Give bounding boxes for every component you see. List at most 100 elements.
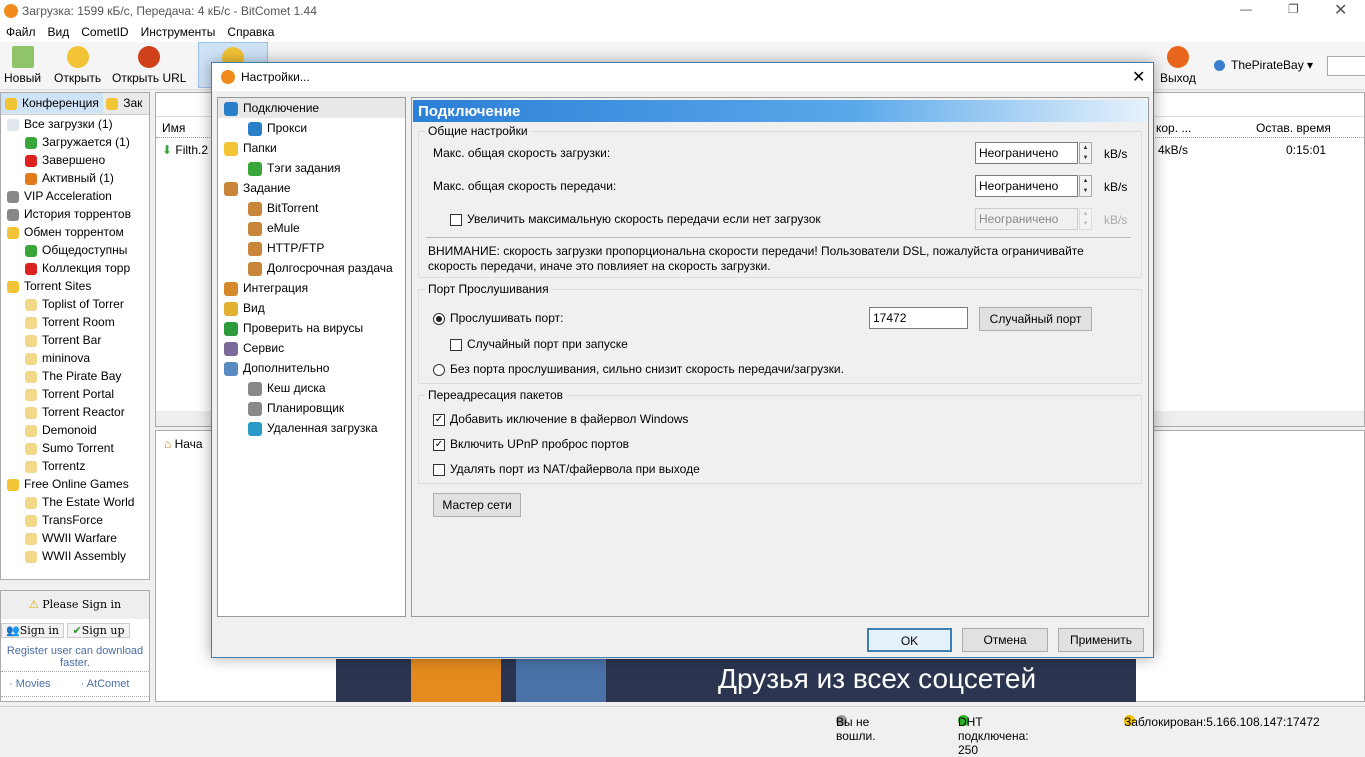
settings-tree-item[interactable]: HTTP/FTP (218, 238, 405, 258)
new-button[interactable]: Новый (4, 46, 41, 85)
menu-file[interactable]: Файл (6, 25, 36, 39)
sidebar-item[interactable]: Torrent Bar (1, 331, 149, 349)
settings-tree-item[interactable]: Прокси (218, 118, 405, 138)
sidebar-item[interactable]: Sumo Torrent (1, 439, 149, 457)
please-sign-in: ⚠ Please Sign in (1, 591, 149, 619)
open-button[interactable]: Открыть (54, 46, 101, 85)
boost-upload-checkbox[interactable]: Увеличить максимальную скорость передачи… (450, 212, 821, 226)
menu-help[interactable]: Справка (227, 25, 274, 39)
sidebar-item[interactable]: Активный (1) (1, 169, 149, 187)
max-download-spinner[interactable]: ▲ ▼ (1079, 142, 1092, 164)
search-input[interactable] (1327, 56, 1365, 76)
sidebar-item-icon (25, 352, 37, 365)
settings-tree-item[interactable]: Подключение (218, 98, 405, 118)
sidebar-item[interactable]: Все загрузки (1) (1, 115, 149, 133)
sidebar-item[interactable]: Torrent Reactor (1, 403, 149, 421)
firewall-checkbox[interactable]: ✓ Добавить иключение в файервол Windows (433, 412, 688, 426)
sidebar-item[interactable]: WWII Warfare (1, 529, 149, 547)
sidebar-item[interactable]: Коллекция торр (1, 259, 149, 277)
movies-link[interactable]: · Movies (9, 678, 51, 690)
list-row-name[interactable]: ⬇ Filth.2 (162, 143, 208, 157)
max-upload-input[interactable]: Неограничено (975, 175, 1078, 197)
tab-downloads[interactable]: Зак (106, 96, 142, 110)
settings-tree-item[interactable]: eMule (218, 218, 405, 238)
dialog-close-button[interactable]: ✕ (1132, 67, 1145, 87)
settings-tree-item[interactable]: BitTorrent (218, 198, 405, 218)
sidebar-item[interactable]: Torrent Sites (1, 277, 149, 295)
settings-tree-item[interactable]: Проверить на вирусы (218, 318, 405, 338)
upnp-checkbox[interactable]: ✓ Включить UPnP проброс портов (433, 437, 629, 451)
sidebar-item[interactable]: WWII Assembly (1, 547, 149, 565)
settings-tree-item-icon (224, 321, 238, 336)
random-port-button[interactable]: Случайный порт (979, 307, 1092, 331)
open-url-button[interactable]: Открыть URL (112, 46, 186, 85)
settings-dialog: Настройки... ✕ Подключение Прокси Папки Тэг… (211, 62, 1154, 658)
settings-tree-item[interactable]: Долгосрочная раздача (218, 258, 405, 278)
ad-banner[interactable]: Друзья из всех соцсетей (336, 659, 1136, 702)
network-wizard-button[interactable]: Мастер сети (433, 493, 521, 517)
settings-tree-item[interactable]: Удаленная загрузка (218, 418, 405, 438)
boost-upload-label: Увеличить максимальную скорость передачи… (467, 212, 821, 226)
maximize-button[interactable]: ❐ (1288, 2, 1299, 16)
remove-port-label: Удалять порт из NAT/файервола при выходе (450, 462, 700, 476)
column-remaining[interactable]: Остав. время (1256, 121, 1331, 135)
column-speed[interactable]: кор. ... (1156, 121, 1191, 135)
sidebar-item[interactable]: История торрентов (1, 205, 149, 223)
listen-port-radio[interactable]: Прослушивать порт: (433, 311, 563, 325)
sidebar-item[interactable]: Free Online Games (1, 475, 149, 493)
unit-label: kB/s (1104, 180, 1128, 194)
sidebar-item[interactable]: Общедоступны (1, 241, 149, 259)
port-input[interactable]: 17472 (869, 307, 968, 329)
settings-tree-item[interactable]: Дополнительно (218, 358, 405, 378)
sign-in-button[interactable]: 👥Sign in (1, 623, 64, 638)
exit-button[interactable]: Выход (1160, 46, 1196, 85)
menu-tools[interactable]: Инструменты (141, 25, 216, 39)
sidebar-item[interactable]: VIP Acceleration (1, 187, 149, 205)
settings-tree-item-icon (248, 401, 262, 416)
minimize-button[interactable]: — (1240, 2, 1252, 16)
settings-tree-item-icon (248, 221, 262, 236)
settings-tree-item[interactable]: Кеш диска (218, 378, 405, 398)
search-engine-select[interactable]: ThePirateBay ▾ (1214, 58, 1313, 72)
menu-view[interactable]: Вид (48, 25, 70, 39)
sidebar-item-icon (25, 370, 37, 383)
remove-port-checkbox[interactable]: Удалять порт из NAT/файервола при выходе (433, 462, 700, 476)
max-upload-spinner[interactable]: ▲ ▼ (1079, 175, 1092, 197)
tab-start[interactable]: ⌂ Нача (164, 437, 203, 451)
sidebar-item[interactable]: Обмен торрентом (1, 223, 149, 241)
no-port-radio[interactable]: Без порта прослушивания, сильно снизит с… (433, 362, 844, 376)
settings-tree-item[interactable]: Планировщик (218, 398, 405, 418)
sidebar-item[interactable]: TransForce (1, 511, 149, 529)
random-port-on-start-checkbox[interactable]: Случайный порт при запуске (450, 337, 628, 351)
close-window-button[interactable]: ✕ (1334, 0, 1347, 20)
sidebar-item[interactable]: mininova (1, 349, 149, 367)
settings-tree-item[interactable]: Задание (218, 178, 405, 198)
tab-conference[interactable]: Конференция (1, 93, 103, 113)
column-name[interactable]: Имя (162, 121, 185, 135)
apply-button[interactable]: Применить (1058, 628, 1144, 652)
settings-tree-item[interactable]: Папки (218, 138, 405, 158)
search-engine-label: ThePirateBay (1231, 58, 1304, 72)
sidebar-item[interactable]: Torrent Room (1, 313, 149, 331)
cancel-button[interactable]: Отмена (962, 628, 1048, 652)
sidebar-item-icon (25, 424, 37, 437)
settings-tree-item[interactable]: Интеграция (218, 278, 405, 298)
menu-cometid[interactable]: CometID (81, 25, 128, 39)
sidebar-item[interactable]: Torrent Portal (1, 385, 149, 403)
ok-button[interactable]: OK (867, 628, 952, 652)
sidebar-item[interactable]: Demonoid (1, 421, 149, 439)
sidebar-item[interactable]: Torrentz (1, 457, 149, 475)
max-download-input[interactable]: Неограничено (975, 142, 1078, 164)
sidebar-item[interactable]: Завершено (1, 151, 149, 169)
settings-tree-item[interactable]: Тэги задания (218, 158, 405, 178)
sign-up-button[interactable]: ✔Sign up (67, 623, 130, 638)
settings-tree-item-icon (248, 161, 262, 176)
sidebar-item[interactable]: The Pirate Bay (1, 367, 149, 385)
settings-tree-item[interactable]: Сервис (218, 338, 405, 358)
register-link[interactable]: Register user can download faster. (1, 643, 149, 672)
settings-tree-item[interactable]: Вид (218, 298, 405, 318)
atcomet-link[interactable]: · AtComet (81, 678, 130, 690)
sidebar-item[interactable]: Toplist of Torrer (1, 295, 149, 313)
sidebar-item[interactable]: Загружается (1) (1, 133, 149, 151)
sidebar-item[interactable]: The Estate World (1, 493, 149, 511)
